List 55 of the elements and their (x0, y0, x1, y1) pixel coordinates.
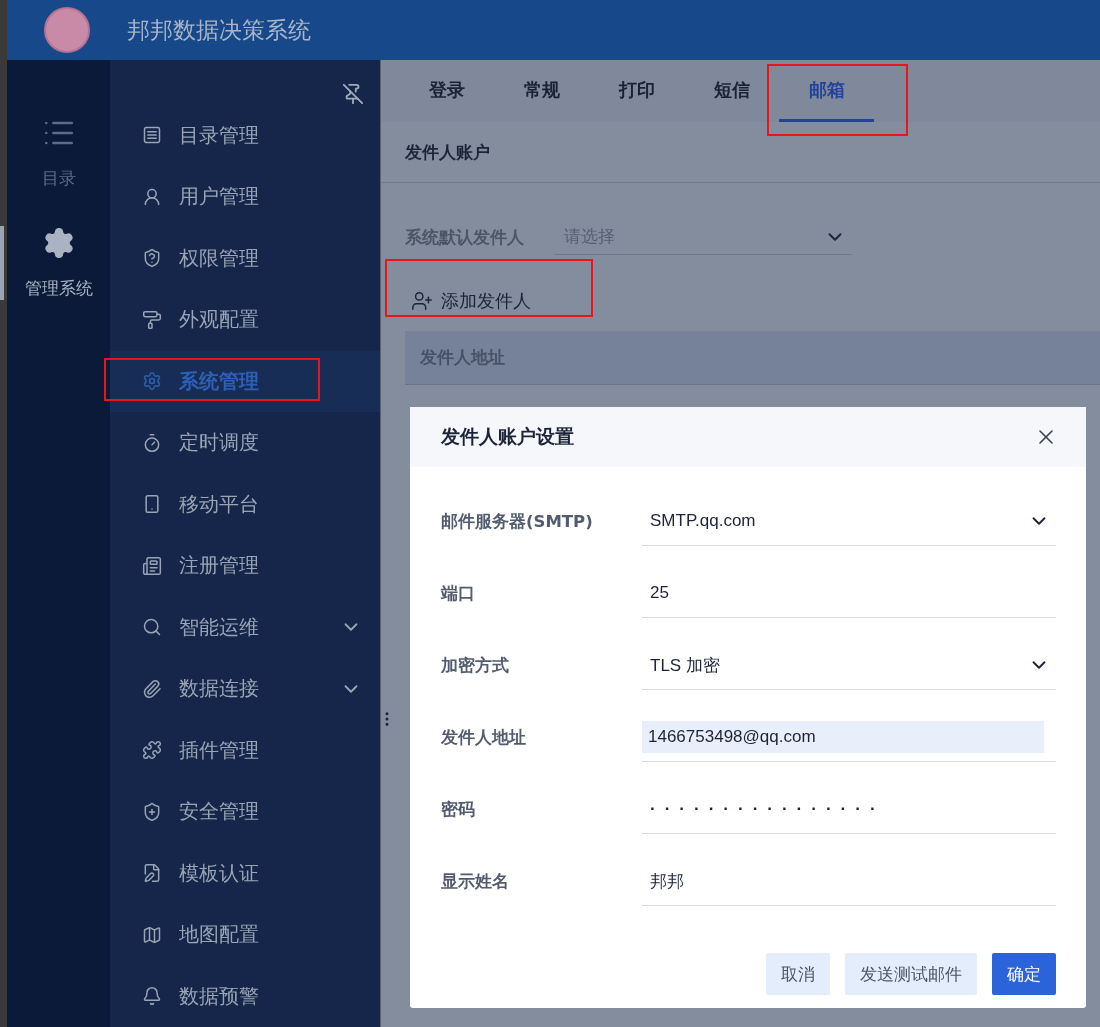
settings-icon (142, 371, 162, 392)
map-icon (142, 924, 162, 945)
input-field[interactable]: 25 (642, 569, 1056, 618)
bell-icon (142, 986, 162, 1007)
select-field[interactable]: SMTP.qq.com (642, 497, 1056, 546)
sidebar-item[interactable]: 用户管理 (110, 166, 380, 228)
tab[interactable]: 打印 (589, 60, 684, 122)
tab[interactable]: 登录 (399, 60, 494, 122)
tab[interactable]: 常规 (494, 60, 589, 122)
sidebar-item[interactable]: 注册管理 (110, 535, 380, 597)
paint-roller-icon (142, 309, 162, 330)
sidebar-item[interactable]: 数据连接 (110, 658, 380, 720)
sidebar-item[interactable]: 数据预警 (110, 965, 380, 1027)
paperclip-icon (142, 678, 162, 699)
sidebar-item[interactable]: 智能运维 (110, 596, 380, 658)
user-plus-icon (411, 290, 433, 312)
dialog-button[interactable]: 发送测试邮件 (845, 953, 977, 995)
field-label: 系统默认发件人 (405, 225, 524, 249)
add-sender-button[interactable]: 添加发件人 (407, 283, 535, 319)
sidebar-item[interactable]: 目录管理 (110, 104, 380, 166)
field-label: 密码 (441, 798, 476, 821)
shield-plus-icon (142, 801, 162, 822)
sidebar-item[interactable]: 移动平台 (110, 473, 380, 535)
shield-icon (142, 248, 162, 269)
user-icon (142, 186, 162, 207)
field-label: 邮件服务器(SMTP) (441, 510, 594, 533)
dialog-title: 发件人账户设置 (441, 424, 574, 449)
confirm-button[interactable]: 确定 (992, 953, 1056, 995)
timer-icon (142, 432, 162, 453)
sidebar-item[interactable]: 外观配置 (110, 289, 380, 351)
document-icon (142, 555, 162, 576)
pin-icon[interactable] (342, 82, 364, 105)
field-label: 端口 (441, 582, 476, 605)
field-label: 加密方式 (441, 654, 510, 677)
sidebar-item[interactable]: 插件管理 (110, 719, 380, 781)
sidebar-item[interactable]: 模板认证 (110, 842, 380, 904)
puzzle-icon (142, 740, 162, 761)
section-title: 发件人账户 (405, 140, 490, 164)
field-label: 显示姓名 (441, 870, 510, 893)
sidebar-item[interactable]: 权限管理 (110, 227, 380, 289)
sidebar-item[interactable]: 安全管理 (110, 781, 380, 843)
phone-icon (142, 494, 162, 515)
dialog-button[interactable]: 取消 (766, 953, 830, 995)
select-field[interactable]: TLS 加密 (642, 641, 1056, 690)
input-field[interactable]: 邦邦 (642, 857, 1056, 906)
search-icon (142, 617, 162, 638)
list-icon (142, 125, 162, 146)
sidebar-item[interactable]: 地图配置 (110, 904, 380, 966)
file-pen-icon (142, 863, 162, 884)
password-field[interactable]: ················ (642, 785, 1056, 834)
avatar[interactable] (44, 7, 90, 53)
tab[interactable]: 短信 (684, 60, 779, 122)
field-label: 发件人地址 (441, 726, 527, 749)
sidebar-item[interactable]: 定时调度 (110, 412, 380, 474)
app-title: 邦邦数据决策系统 (127, 15, 311, 45)
